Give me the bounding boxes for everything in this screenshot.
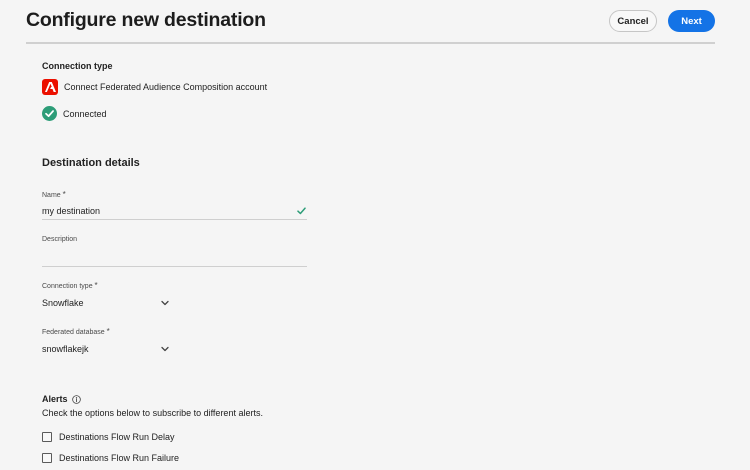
connection-type-label: Connection type xyxy=(42,61,113,71)
connected-check-icon xyxy=(42,106,57,121)
required-marker: * xyxy=(62,190,66,199)
account-row: Connect Federated Audience Composition a… xyxy=(42,79,267,95)
required-marker: * xyxy=(94,281,98,290)
checkbox[interactable] xyxy=(42,453,52,463)
federated-database-value: snowflakejk xyxy=(42,344,89,354)
federated-database-label-text: Federated database xyxy=(42,329,105,336)
name-input-value[interactable]: my destination xyxy=(42,206,100,216)
chevron-down-icon xyxy=(161,300,169,306)
account-label: Connect Federated Audience Composition a… xyxy=(64,82,268,92)
info-icon[interactable] xyxy=(71,394,81,404)
federated-database-select[interactable]: snowflakejk xyxy=(42,342,170,356)
alert-option-flow-run-delay[interactable]: Destinations Flow Run Delay xyxy=(42,432,175,442)
alerts-description: Check the options below to subscribe to … xyxy=(42,408,263,418)
status-row: Connected xyxy=(42,106,107,121)
alert-option-label: Destinations Flow Run Failure xyxy=(59,453,180,463)
alert-option-flow-run-failure[interactable]: Destinations Flow Run Failure xyxy=(42,453,179,463)
chevron-down-icon xyxy=(161,346,169,352)
checkbox[interactable] xyxy=(42,432,52,442)
description-label: Description xyxy=(42,236,78,243)
destination-details-heading: Destination details xyxy=(42,157,140,169)
connection-type-label-text: Connection type xyxy=(42,283,93,290)
valid-check-icon xyxy=(297,207,306,215)
federated-database-label: Federated database * xyxy=(42,327,110,336)
name-field[interactable]: my destination xyxy=(42,203,307,220)
description-field[interactable] xyxy=(42,250,307,267)
header-divider xyxy=(26,42,715,44)
cancel-button[interactable]: Cancel xyxy=(609,10,657,32)
next-button[interactable]: Next xyxy=(668,10,715,32)
name-label: Name * xyxy=(42,190,66,199)
connection-type-field-label: Connection type * xyxy=(42,281,98,290)
required-marker: * xyxy=(106,327,110,336)
name-label-text: Name xyxy=(42,192,61,199)
adobe-logo-icon xyxy=(42,79,58,95)
alert-option-label: Destinations Flow Run Delay xyxy=(59,432,175,442)
alerts-heading-row: Alerts xyxy=(42,394,81,404)
connection-type-value: Snowflake xyxy=(42,298,84,308)
connected-status: Connected xyxy=(63,108,107,119)
alerts-heading: Alerts xyxy=(42,394,68,404)
connection-type-select[interactable]: Snowflake xyxy=(42,296,170,310)
page-title: Configure new destination xyxy=(26,9,266,31)
